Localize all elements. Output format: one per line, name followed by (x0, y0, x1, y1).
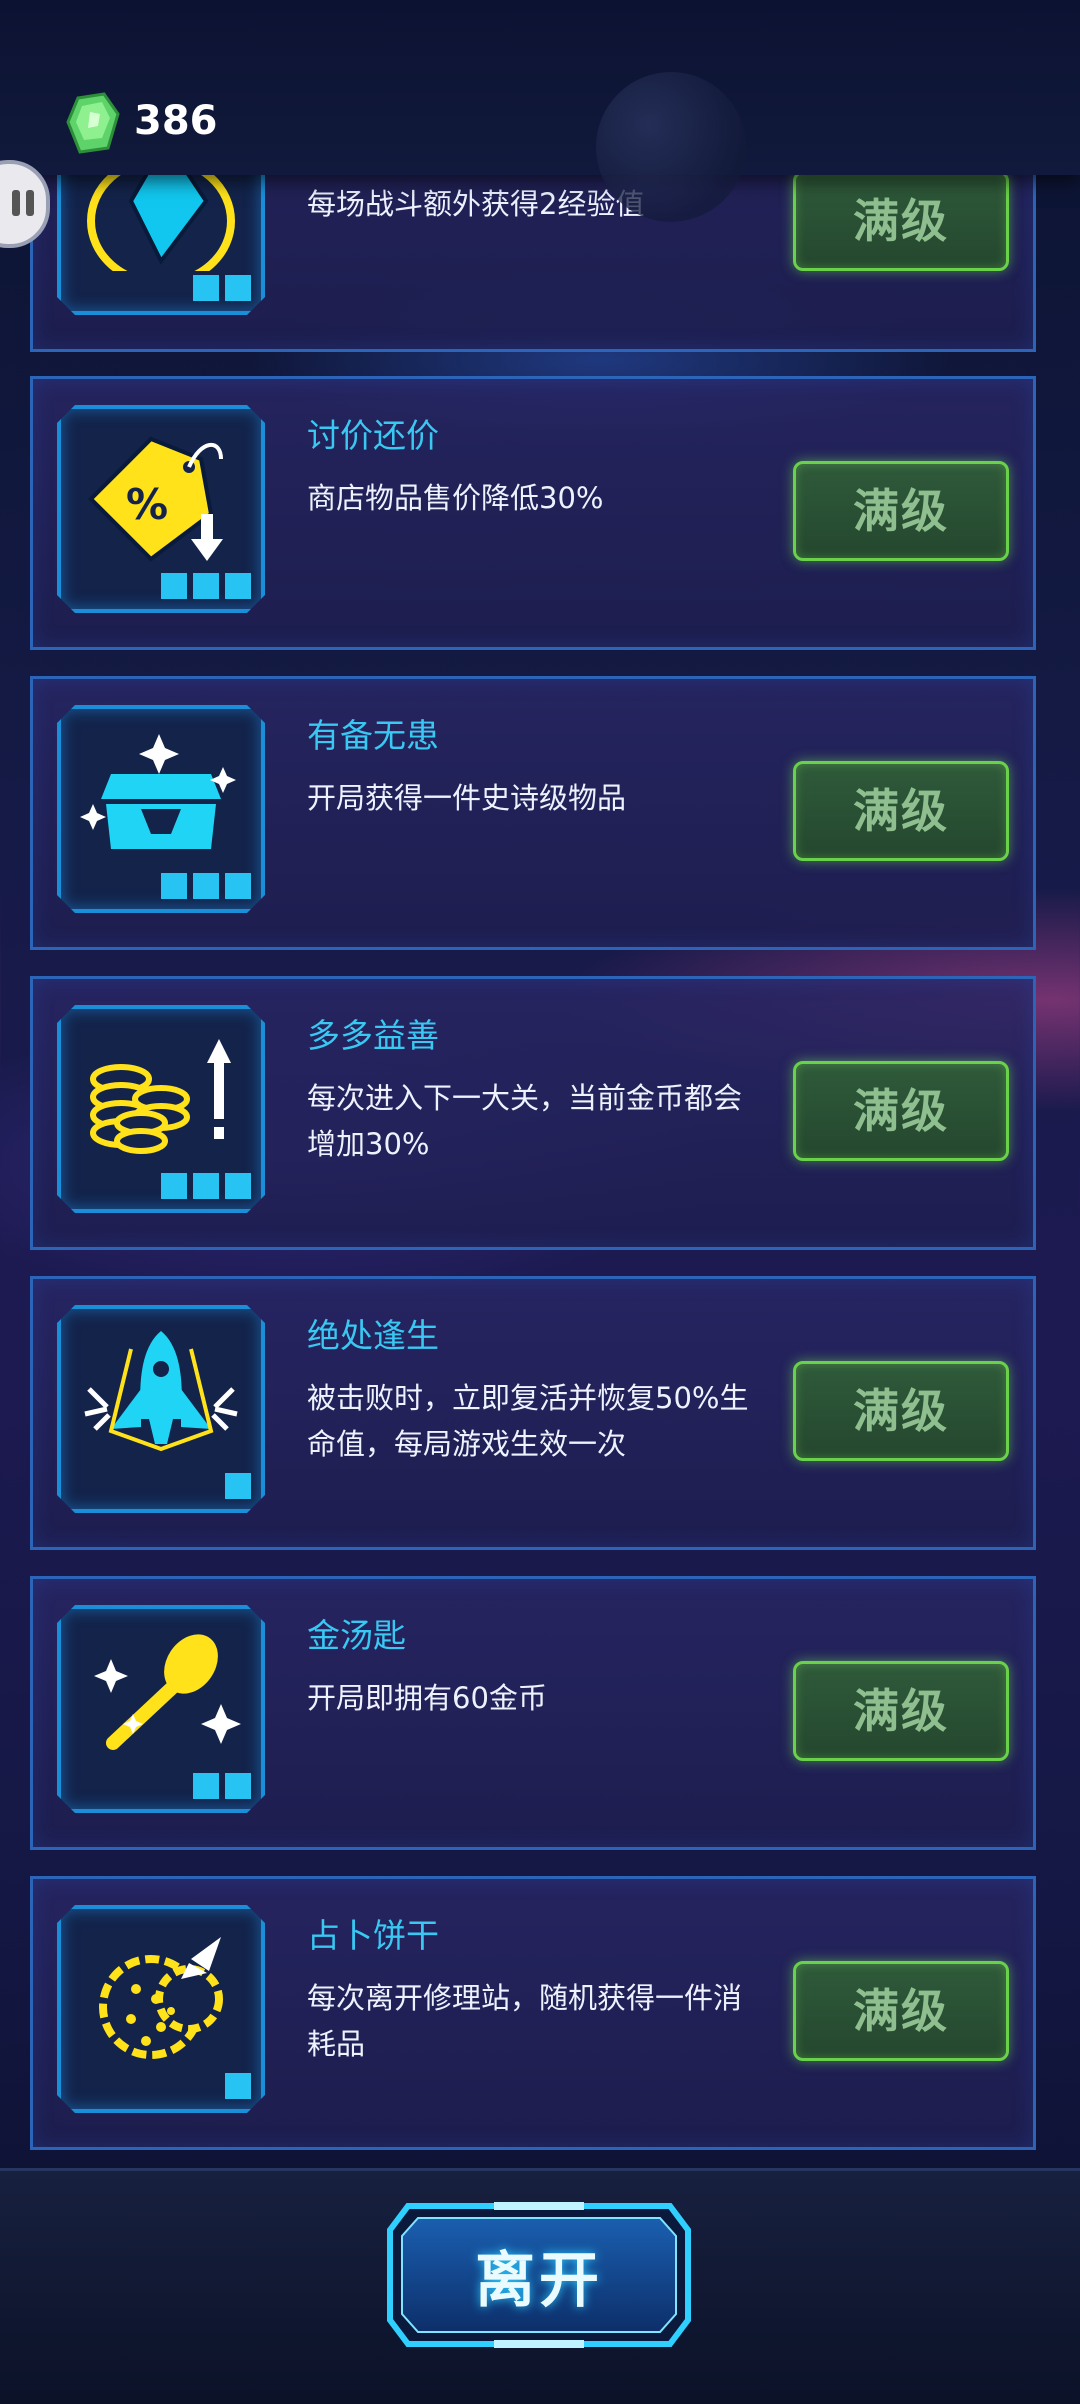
perk-description: 开局即拥有60金币 (307, 1681, 547, 1715)
perk-title: 绝处逢生 (307, 1316, 439, 1355)
perk-card-revive: 绝处逢生 被击败时，立即复活并恢复50%生命值，每局游戏生效一次 满级 (30, 1276, 1036, 1550)
gem-count: 386 (134, 98, 218, 144)
level-indicator (161, 1173, 251, 1199)
level-indicator (161, 873, 251, 899)
svg-text:%: % (126, 480, 168, 529)
max-level-button[interactable]: 满级 (793, 1661, 1009, 1761)
perk-card-epic-item: 有备无患 开局获得一件史诗级物品 满级 (30, 676, 1036, 950)
perk-card-golden-spoon: 金汤匙 开局即拥有60金币 满级 (30, 1576, 1036, 1850)
max-level-button[interactable]: 满级 (793, 1061, 1009, 1161)
level-indicator (193, 275, 251, 301)
top-bar: 386 (0, 0, 1080, 222)
perk-title: 讨价还价 (307, 416, 439, 455)
level-indicator (193, 1773, 251, 1799)
perk-description: 每次进入下一大关，当前金币都会增加30% (307, 1081, 743, 1161)
max-level-button[interactable]: 满级 (793, 761, 1009, 861)
max-level-button[interactable]: 满级 (793, 1361, 1009, 1461)
planet-decoration (596, 72, 746, 222)
fortune-cookie-icon (71, 1919, 251, 2069)
perk-description: 开局获得一件史诗级物品 (307, 781, 627, 815)
gem-icon (66, 92, 120, 154)
max-level-button[interactable]: 满级 (793, 461, 1009, 561)
perk-title: 有备无患 (307, 716, 439, 755)
price-tag-icon: % (71, 419, 251, 569)
level-indicator (225, 2073, 251, 2099)
perk-card-more-coins: 多多益善 每次进入下一大关，当前金币都会增加30% 满级 (30, 976, 1036, 1250)
perk-icon-frame (57, 1005, 265, 1213)
perk-icon-frame (57, 1905, 265, 2113)
perk-icon-frame (57, 1605, 265, 1813)
perk-description: 商店物品售价降低30% (307, 481, 604, 515)
level-indicator (225, 1473, 251, 1499)
max-level-button[interactable]: 满级 (793, 171, 1009, 271)
perk-icon-frame: % (57, 405, 265, 613)
coin-stack-icon (71, 1019, 251, 1169)
golden-spoon-icon (71, 1619, 251, 1769)
perk-title: 多多益善 (307, 1016, 439, 1055)
perk-icon-frame (57, 1305, 265, 1513)
level-indicator (161, 573, 251, 599)
perk-card-bargain: % 讨价还价 商店物品售价降低30% 满级 (30, 376, 1036, 650)
perk-title: 占卜饼干 (307, 1916, 439, 1955)
perk-card-fortune-cookie: 占卜饼干 每次离开修理站，随机获得一件消耗品 满级 (30, 1876, 1036, 2150)
perk-description: 每次离开修理站，随机获得一件消耗品 (307, 1981, 743, 2061)
treasure-chest-icon (71, 719, 251, 869)
max-level-button[interactable]: 满级 (793, 1961, 1009, 2061)
perk-icon-frame (57, 705, 265, 913)
rocket-icon (71, 1319, 251, 1469)
perk-title: 金汤匙 (307, 1616, 406, 1655)
leave-button[interactable]: 离开 (384, 2232, 694, 2319)
perk-description: 被击败时，立即复活并恢复50%生命值，每局游戏生效一次 (307, 1381, 749, 1461)
